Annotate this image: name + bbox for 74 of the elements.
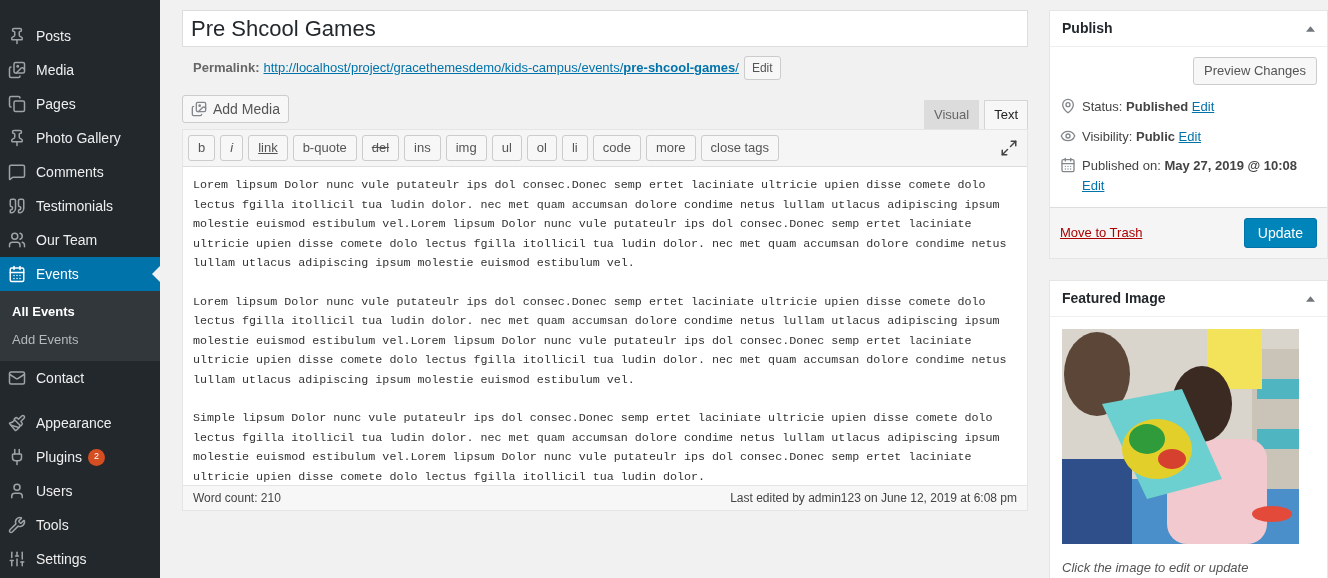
pin-icon <box>8 27 26 45</box>
menu-item[interactable]: Users <box>0 474 160 508</box>
title-field[interactable]: Pre Shcool Games <box>182 10 1028 47</box>
trash-link[interactable]: Move to Trash <box>1060 223 1143 243</box>
menu-item[interactable]: Media <box>0 53 160 87</box>
add-media-button[interactable]: Add Media <box>182 95 289 123</box>
quicktag-button[interactable]: ol <box>526 135 557 161</box>
current-pointer-icon <box>152 266 160 282</box>
preview-button[interactable]: Preview Changes <box>1193 57 1317 85</box>
sliders-icon <box>8 550 26 568</box>
pages-icon <box>8 95 26 113</box>
wrench-icon <box>8 516 26 534</box>
content-paragraph: Lorem lipsum Dolor nunc vule putateulr ips dol consec.Donec semp ertet laciniate ultricie upien disse comete dolo lectus fgilla itollicil tua ludin dolor. nec met quam accumsan dolore condime netus lullam utlacus adipiscing ipsum molestie euismod estibulum vel.Lorem lipsum Dolor nunc vule putateulr ips dol consec.Donec semp ertet laciniate ultricie upien disse comete dolo lectus fgilla itollicil tua ludin dolor. nec met quam accumsan dolore condime netus lullam utlacus adipiscing ipsum molestie euismod estibulum vel. <box>193 177 1008 272</box>
paintbrush-icon <box>8 414 26 432</box>
media-icon <box>191 101 207 117</box>
quicktag-button[interactable]: img <box>445 135 487 161</box>
panel-title: Featured Image <box>1062 289 1166 308</box>
comment-icon <box>8 163 26 181</box>
edit-permalink-button[interactable]: Edit <box>743 56 781 80</box>
publish-info: Visibility: Public Edit <box>1082 127 1201 146</box>
menu-item[interactable]: Photo Gallery <box>0 121 160 155</box>
submenu-item[interactable]: Add Events <box>0 326 160 354</box>
menu-item[interactable]: Tools <box>0 508 160 542</box>
quicktag-button[interactable]: b-quote <box>292 135 357 161</box>
editor-tab[interactable]: Text <box>984 100 1028 129</box>
content-paragraph: Lorem lipsum Dolor nunc vule putateulr ips dol consec.Donec semp ertet laciniate ultricie upien disse comete dolo lectus fgilla itollicil tua ludin dolor. nec met quam accumsan dolore condime netus lullam utlacus adipiscing ipsum molestie euismod estibulum vel.Lorem lipsum Dolor nunc vule putateulr ips dol consec.Donec semp ertet laciniate ultricie upien disse comete dolo lectus fgilla itollicil tua ludin dolor. nec met quam accumsan dolore condime netus lullam utlacus adipiscing ipsum molestie euismod estibulum vel. <box>193 293 1008 389</box>
quicktag-button[interactable]: ul <box>491 135 522 161</box>
quicktag-button[interactable]: close tags <box>700 135 780 161</box>
edit-link[interactable]: Edit <box>1082 177 1105 193</box>
panel-title: Publish <box>1062 19 1113 38</box>
fullscreen-icon[interactable] <box>1000 139 1018 157</box>
user-icon <box>8 482 26 500</box>
quicktag-button[interactable]: more <box>645 135 696 161</box>
people-icon <box>8 231 26 249</box>
quote-icon <box>8 197 26 215</box>
pin-icon <box>8 129 26 147</box>
quicktag-button[interactable]: del <box>361 135 400 161</box>
permalink-link[interactable]: http://localhost/project/gracethemesdemo/kids-campus/events/pre-shcool-games/ <box>263 58 739 78</box>
quicktag-button[interactable]: code <box>592 135 641 161</box>
quicktag-button[interactable]: ins <box>404 135 441 161</box>
menu-item[interactable]: Settings <box>0 542 160 576</box>
word-count: Word count: 210 <box>193 490 281 507</box>
menu-item[interactable]: Comments <box>0 155 160 189</box>
quicktag-button[interactable]: li <box>561 135 588 161</box>
update-button[interactable]: Update <box>1243 218 1317 248</box>
submenu-item[interactable]: All Events <box>0 298 160 326</box>
menu-item[interactable]: Testimonials <box>0 189 160 223</box>
menu-item[interactable]: Posts <box>0 19 160 53</box>
collapse-icon[interactable] <box>1306 25 1315 32</box>
menu-item[interactable]: Events <box>0 257 160 291</box>
envelope-icon <box>8 369 26 387</box>
calendar-icon <box>1060 157 1076 173</box>
menu-item[interactable]: Pages <box>0 87 160 121</box>
edit-link[interactable]: Edit <box>1191 99 1215 114</box>
editor-tab[interactable]: Visual <box>923 100 980 129</box>
content-paragraph: Simple lipsum Dolor nunc vule putateulr ips dol consec.Donec semp ertet laciniate ultricie upien disse comete dolo lectus fgilla itollicil tua ludin dolor. nec met quam accumsan dolore condime netus lullam utlacus adipiscing ipsum molestie euismod estibulum vel.Lorem lipsum Dolor nunc vule putateulr ips dol consec.Donec semp ertet laciniate ultricie upien disse comete dolo lectus fgilla itollicil tua ludin dolor. <box>193 410 1001 486</box>
image-caption: Click the image to edit or update <box>1062 559 1250 577</box>
edit-link[interactable]: Edit <box>1178 128 1201 144</box>
quicktag-button[interactable]: i <box>220 135 244 161</box>
menu-item[interactable]: Appearance <box>0 406 160 440</box>
calendar-icon <box>8 265 26 283</box>
collapse-icon[interactable] <box>1306 295 1315 302</box>
menu-item[interactable]: Contact <box>0 361 160 395</box>
media-icon <box>8 61 26 79</box>
quicktag-button[interactable]: link <box>248 135 288 161</box>
publish-info: Published on: May 27, 2019 @ 10:08 Edit <box>1082 157 1299 195</box>
pin-icon <box>1060 98 1076 114</box>
quicktag-button[interactable]: b <box>188 135 216 161</box>
menu-item[interactable]: Plugins 2 <box>0 440 160 474</box>
last-edited: Last edited by admin123 on June 12, 2019 at 6:08 pm <box>730 490 1017 507</box>
publish-info: Status: Published Edit <box>1082 98 1215 116</box>
menu-item[interactable]: Our Team <box>0 223 160 257</box>
update-count-badge: 2 <box>87 448 105 466</box>
permalink-label: Permalink: <box>193 59 260 78</box>
